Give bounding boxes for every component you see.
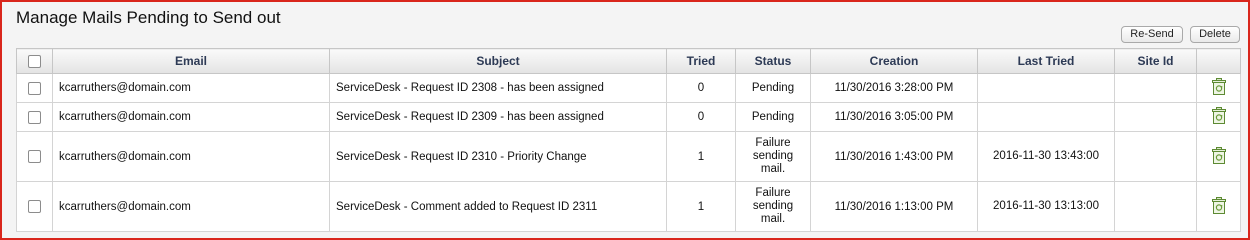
row-action-cell: [1196, 131, 1241, 182]
last-tried-cell: [977, 73, 1115, 103]
site-id-column-header[interactable]: Site Id: [1114, 48, 1197, 74]
site-id-cell: [1114, 73, 1197, 103]
row-action-cell: [1196, 73, 1241, 103]
page-title: Manage Mails Pending to Send out: [16, 8, 281, 27]
recycle-bin-icon[interactable]: [1211, 78, 1226, 98]
recycle-bin-icon[interactable]: [1211, 146, 1226, 167]
row-select-cell: [16, 102, 53, 132]
subject-column-header[interactable]: Subject: [329, 48, 667, 74]
email-column-header[interactable]: Email: [52, 48, 330, 74]
last-tried-cell: 2016-11-30 13:13:00: [977, 181, 1115, 232]
creation-cell: 11/30/2016 1:43:00 PM: [810, 131, 978, 182]
row-checkbox[interactable]: [28, 81, 41, 95]
email-cell: kcarruthers@domain.com: [52, 73, 330, 103]
last-tried-cell: [977, 102, 1115, 132]
last-tried-column-header[interactable]: Last Tried: [977, 48, 1115, 74]
creation-column-header[interactable]: Creation: [810, 48, 978, 74]
row-action-cell: [1196, 102, 1241, 132]
subject-cell: ServiceDesk - Request ID 2309 - has been…: [329, 102, 667, 132]
delete-button[interactable]: Delete: [1190, 26, 1240, 43]
email-cell: kcarruthers@domain.com: [52, 102, 330, 132]
select-all-header: [16, 48, 53, 74]
subject-cell: ServiceDesk - Request ID 2308 - has been…: [329, 73, 667, 103]
tried-column-header[interactable]: Tried: [666, 48, 736, 74]
table-row: kcarruthers@domain.com ServiceDesk - Com…: [16, 181, 1241, 232]
email-cell: kcarruthers@domain.com: [52, 181, 330, 232]
status-cell: Pending: [735, 102, 811, 132]
status-cell: Failure sending mail.: [735, 181, 811, 232]
tried-cell: 0: [666, 102, 736, 132]
tried-cell: 1: [666, 131, 736, 182]
creation-cell: 11/30/2016 1:13:00 PM: [810, 181, 978, 232]
row-checkbox[interactable]: [28, 110, 41, 124]
tried-cell: 0: [666, 73, 736, 103]
site-id-cell: [1114, 102, 1197, 132]
row-select-cell: [16, 181, 53, 232]
row-checkbox[interactable]: [28, 200, 41, 213]
recycle-bin-icon[interactable]: [1211, 107, 1226, 127]
creation-cell: 11/30/2016 3:28:00 PM: [810, 73, 978, 103]
site-id-cell: [1114, 181, 1197, 232]
recycle-bin-icon[interactable]: [1211, 196, 1226, 217]
last-tried-cell: 2016-11-30 13:43:00: [977, 131, 1115, 182]
action-column-header: [1196, 48, 1241, 74]
creation-cell: 11/30/2016 3:05:00 PM: [810, 102, 978, 132]
row-select-cell: [16, 131, 53, 182]
table-header-row: Email Subject Tried Status Creation Last…: [16, 48, 1241, 74]
email-cell: kcarruthers@domain.com: [52, 131, 330, 182]
status-cell: Pending: [735, 73, 811, 103]
subject-cell: ServiceDesk - Request ID 2310 - Priority…: [329, 131, 667, 182]
table-row: kcarruthers@domain.com ServiceDesk - Req…: [16, 131, 1241, 182]
select-all-checkbox[interactable]: [28, 55, 41, 69]
row-action-cell: [1196, 181, 1241, 232]
subject-cell: ServiceDesk - Comment added to Request I…: [329, 181, 667, 232]
table-row: kcarruthers@domain.com ServiceDesk - Req…: [16, 73, 1241, 103]
row-checkbox[interactable]: [28, 150, 41, 163]
mail-queue-panel: Manage Mails Pending to Send out Re-Send…: [0, 0, 1250, 240]
site-id-cell: [1114, 131, 1197, 182]
status-cell: Failure sending mail.: [735, 131, 811, 182]
resend-button[interactable]: Re-Send: [1121, 26, 1183, 43]
row-select-cell: [16, 73, 53, 103]
pending-mails-table: Email Subject Tried Status Creation Last…: [16, 48, 1241, 232]
table-row: kcarruthers@domain.com ServiceDesk - Req…: [16, 102, 1241, 132]
status-column-header[interactable]: Status: [735, 48, 811, 74]
tried-cell: 1: [666, 181, 736, 232]
